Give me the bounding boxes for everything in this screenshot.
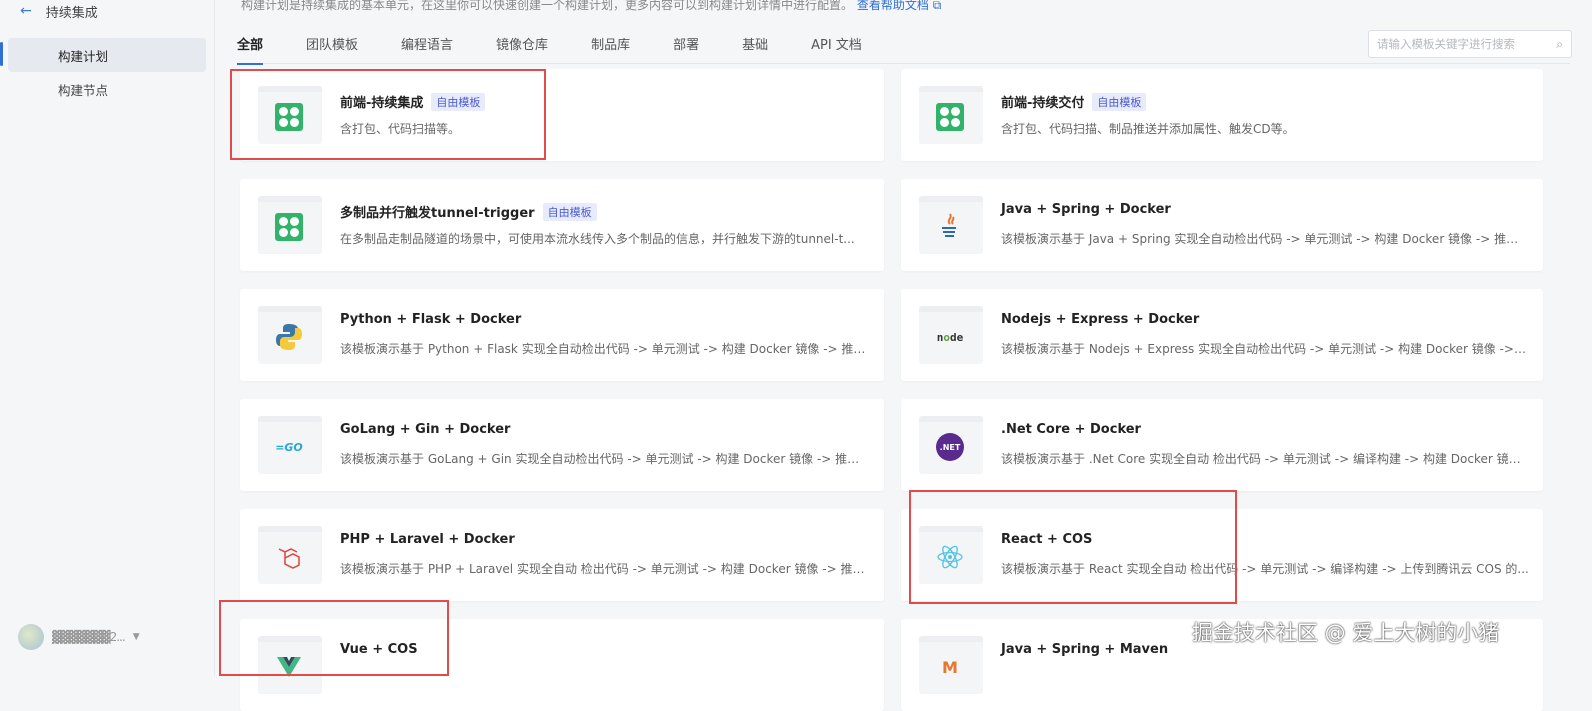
- avatar: [18, 624, 44, 650]
- template-title: 前端-持续集成: [340, 96, 424, 111]
- template-title: PHP + Laravel + Docker: [340, 532, 515, 547]
- dotnet-icon: .NET: [936, 433, 964, 461]
- intro-description: 构建计划是持续集成的基本单元，在这里你可以快速创建一个构建计划，更多内容可以到构…: [241, 0, 854, 12]
- maven-icon: M: [942, 657, 958, 677]
- template-card[interactable]: React + COS 该模板演示基于 React 实现全自动 检出代码 -> …: [901, 509, 1543, 601]
- template-thumbnail: [258, 196, 322, 254]
- template-title: Java + Spring + Maven: [1001, 642, 1169, 657]
- external-link-icon: ⧉: [932, 0, 942, 12]
- sidebar-header: ← 持续集成: [20, 0, 98, 22]
- back-arrow-icon[interactable]: ←: [20, 3, 32, 19]
- template-description: 该模板演示基于 GoLang + Gin 实现全自动检出代码 -> 单元测试 -…: [340, 452, 868, 466]
- sidebar-item-label: 构建计划: [58, 48, 109, 64]
- nodejs-icon: node: [936, 330, 964, 344]
- template-card[interactable]: node Nodejs + Express + Docker 该模板演示基于 N…: [901, 289, 1543, 381]
- help-link[interactable]: 查看帮助文档 ⧉: [857, 0, 941, 12]
- template-title: .Net Core + Docker: [1001, 422, 1141, 437]
- template-badge: 自由模板: [1092, 92, 1147, 111]
- template-thumbnail: [258, 636, 322, 694]
- intro-text: 构建计划是持续集成的基本单元，在这里你可以快速创建一个构建计划，更多内容可以到构…: [241, 0, 941, 13]
- template-title: React + COS: [1001, 532, 1093, 547]
- template-description: 含打包、代码扫描、制品推送并添加属性、触发CD等。: [1001, 122, 1295, 136]
- help-link-label: 查看帮助文档: [856, 0, 929, 12]
- caret-down-icon: ▼: [132, 632, 140, 642]
- template-title: 多制品并行触发tunnel-trigger: [340, 206, 535, 221]
- laravel-icon: [278, 548, 300, 569]
- template-description: 该模板演示基于 React 实现全自动 检出代码 -> 单元测试 -> 编译构建…: [1001, 562, 1529, 576]
- tab-image-registry[interactable]: 镜像仓库: [496, 28, 548, 64]
- template-card[interactable]: PHP + Laravel + Docker 该模板演示基于 PHP + Lar…: [240, 509, 884, 601]
- active-indicator: [0, 42, 3, 66]
- template-thumbnail: =GO: [258, 416, 322, 474]
- tab-api-docs[interactable]: API 文档: [811, 28, 862, 64]
- search-input[interactable]: [1377, 37, 1537, 51]
- template-description: 该模板演示基于 Java + Spring 实现全自动检出代码 -> 单元测试 …: [1001, 232, 1529, 246]
- vue-icon: [277, 657, 301, 677]
- template-card[interactable]: 前端-持续集成 自由模板 含打包、代码扫描等。: [240, 69, 884, 161]
- template-card[interactable]: =GO GoLang + Gin + Docker 该模板演示基于 GoLang…: [240, 399, 884, 491]
- sidebar-item-build-nodes[interactable]: 构建节点: [8, 72, 206, 106]
- template-thumbnail: [919, 196, 983, 254]
- template-thumbnail: M: [919, 636, 983, 694]
- main-content: 构建计划是持续集成的基本单元，在这里你可以快速创建一个构建计划，更多内容可以到构…: [214, 0, 1592, 711]
- sidebar: ← 持续集成 构建计划 构建节点 ▓▓▓▓▓▓▓2... ▼: [0, 0, 214, 676]
- template-thumbnail: [258, 306, 322, 364]
- template-thumbnail: [919, 86, 983, 144]
- template-title: Nodejs + Express + Docker: [1001, 312, 1200, 327]
- sidebar-item-build-plans[interactable]: 构建计划: [8, 38, 206, 72]
- template-title: Java + Spring + Docker: [1001, 202, 1171, 217]
- template-title: Python + Flask + Docker: [340, 312, 522, 327]
- sidebar-title: 持续集成: [45, 5, 98, 21]
- template-thumbnail: .NET: [919, 416, 983, 474]
- green-template-icon: [275, 103, 303, 131]
- template-card[interactable]: 前端-持续交付 自由模板 含打包、代码扫描、制品推送并添加属性、触发CD等。: [901, 69, 1543, 161]
- tab-artifacts[interactable]: 制品库: [591, 28, 630, 64]
- template-description: 该模板演示基于 Nodejs + Express 实现全自动检出代码 -> 单元…: [1001, 342, 1529, 356]
- green-template-icon: [936, 103, 964, 131]
- template-badge: 自由模板: [542, 202, 597, 221]
- java-icon: [942, 213, 956, 237]
- template-card[interactable]: .NET .Net Core + Docker 该模板演示基于 .Net Cor…: [901, 399, 1543, 491]
- watermark: 掘金技术社区 @ 爱上大树的小猪: [1192, 621, 1500, 645]
- tab-languages[interactable]: 编程语言: [401, 28, 453, 64]
- user-menu[interactable]: ▓▓▓▓▓▓▓2... ▼: [18, 624, 140, 650]
- template-card[interactable]: 多制品并行触发tunnel-trigger 自由模板 在多制品走制品隧道的场景中，…: [240, 179, 884, 271]
- tab-deploy[interactable]: 部署: [673, 28, 699, 64]
- tab-basic[interactable]: 基础: [742, 28, 768, 64]
- template-card[interactable]: Python + Flask + Docker 该模板演示基于 Python +…: [240, 289, 884, 381]
- go-icon: =GO: [275, 440, 303, 454]
- template-description: 该模板演示基于 Python + Flask 实现全自动检出代码 -> 单元测试…: [340, 342, 868, 356]
- template-description: 在多制品走制品隧道的场景中，可使用本流水线传入多个制品的信息，并行触发下游的tu…: [340, 232, 855, 246]
- tab-all[interactable]: 全部: [237, 28, 264, 65]
- template-thumbnail: node: [919, 306, 983, 364]
- user-name: ▓▓▓▓▓▓▓2...: [52, 630, 126, 644]
- template-title: Vue + COS: [340, 642, 418, 657]
- template-card[interactable]: Vue + COS: [240, 619, 884, 711]
- template-thumbnail: [258, 86, 322, 144]
- template-title: GoLang + Gin + Docker: [340, 422, 511, 437]
- template-description: 含打包、代码扫描等。: [340, 122, 461, 136]
- template-title: 前端-持续交付: [1001, 96, 1085, 111]
- template-description: 该模板演示基于 PHP + Laravel 实现全自动 检出代码 -> 单元测试…: [340, 562, 868, 576]
- template-thumbnail: [919, 526, 983, 584]
- search-icon[interactable]: ⌕: [1556, 37, 1563, 52]
- template-badge: 自由模板: [431, 92, 486, 111]
- template-description: 该模板演示基于 .Net Core 实现全自动 检出代码 -> 单元测试 -> …: [1001, 452, 1529, 466]
- react-icon: [937, 545, 963, 569]
- template-card[interactable]: Java + Spring + Docker 该模板演示基于 Java + Sp…: [901, 179, 1543, 271]
- sidebar-item-label: 构建节点: [58, 82, 109, 98]
- template-thumbnail: [258, 526, 322, 584]
- python-icon: [276, 324, 302, 350]
- green-template-icon: [275, 213, 303, 241]
- template-search[interactable]: ⌕: [1368, 30, 1572, 58]
- tab-team-templates[interactable]: 团队模板: [306, 28, 358, 64]
